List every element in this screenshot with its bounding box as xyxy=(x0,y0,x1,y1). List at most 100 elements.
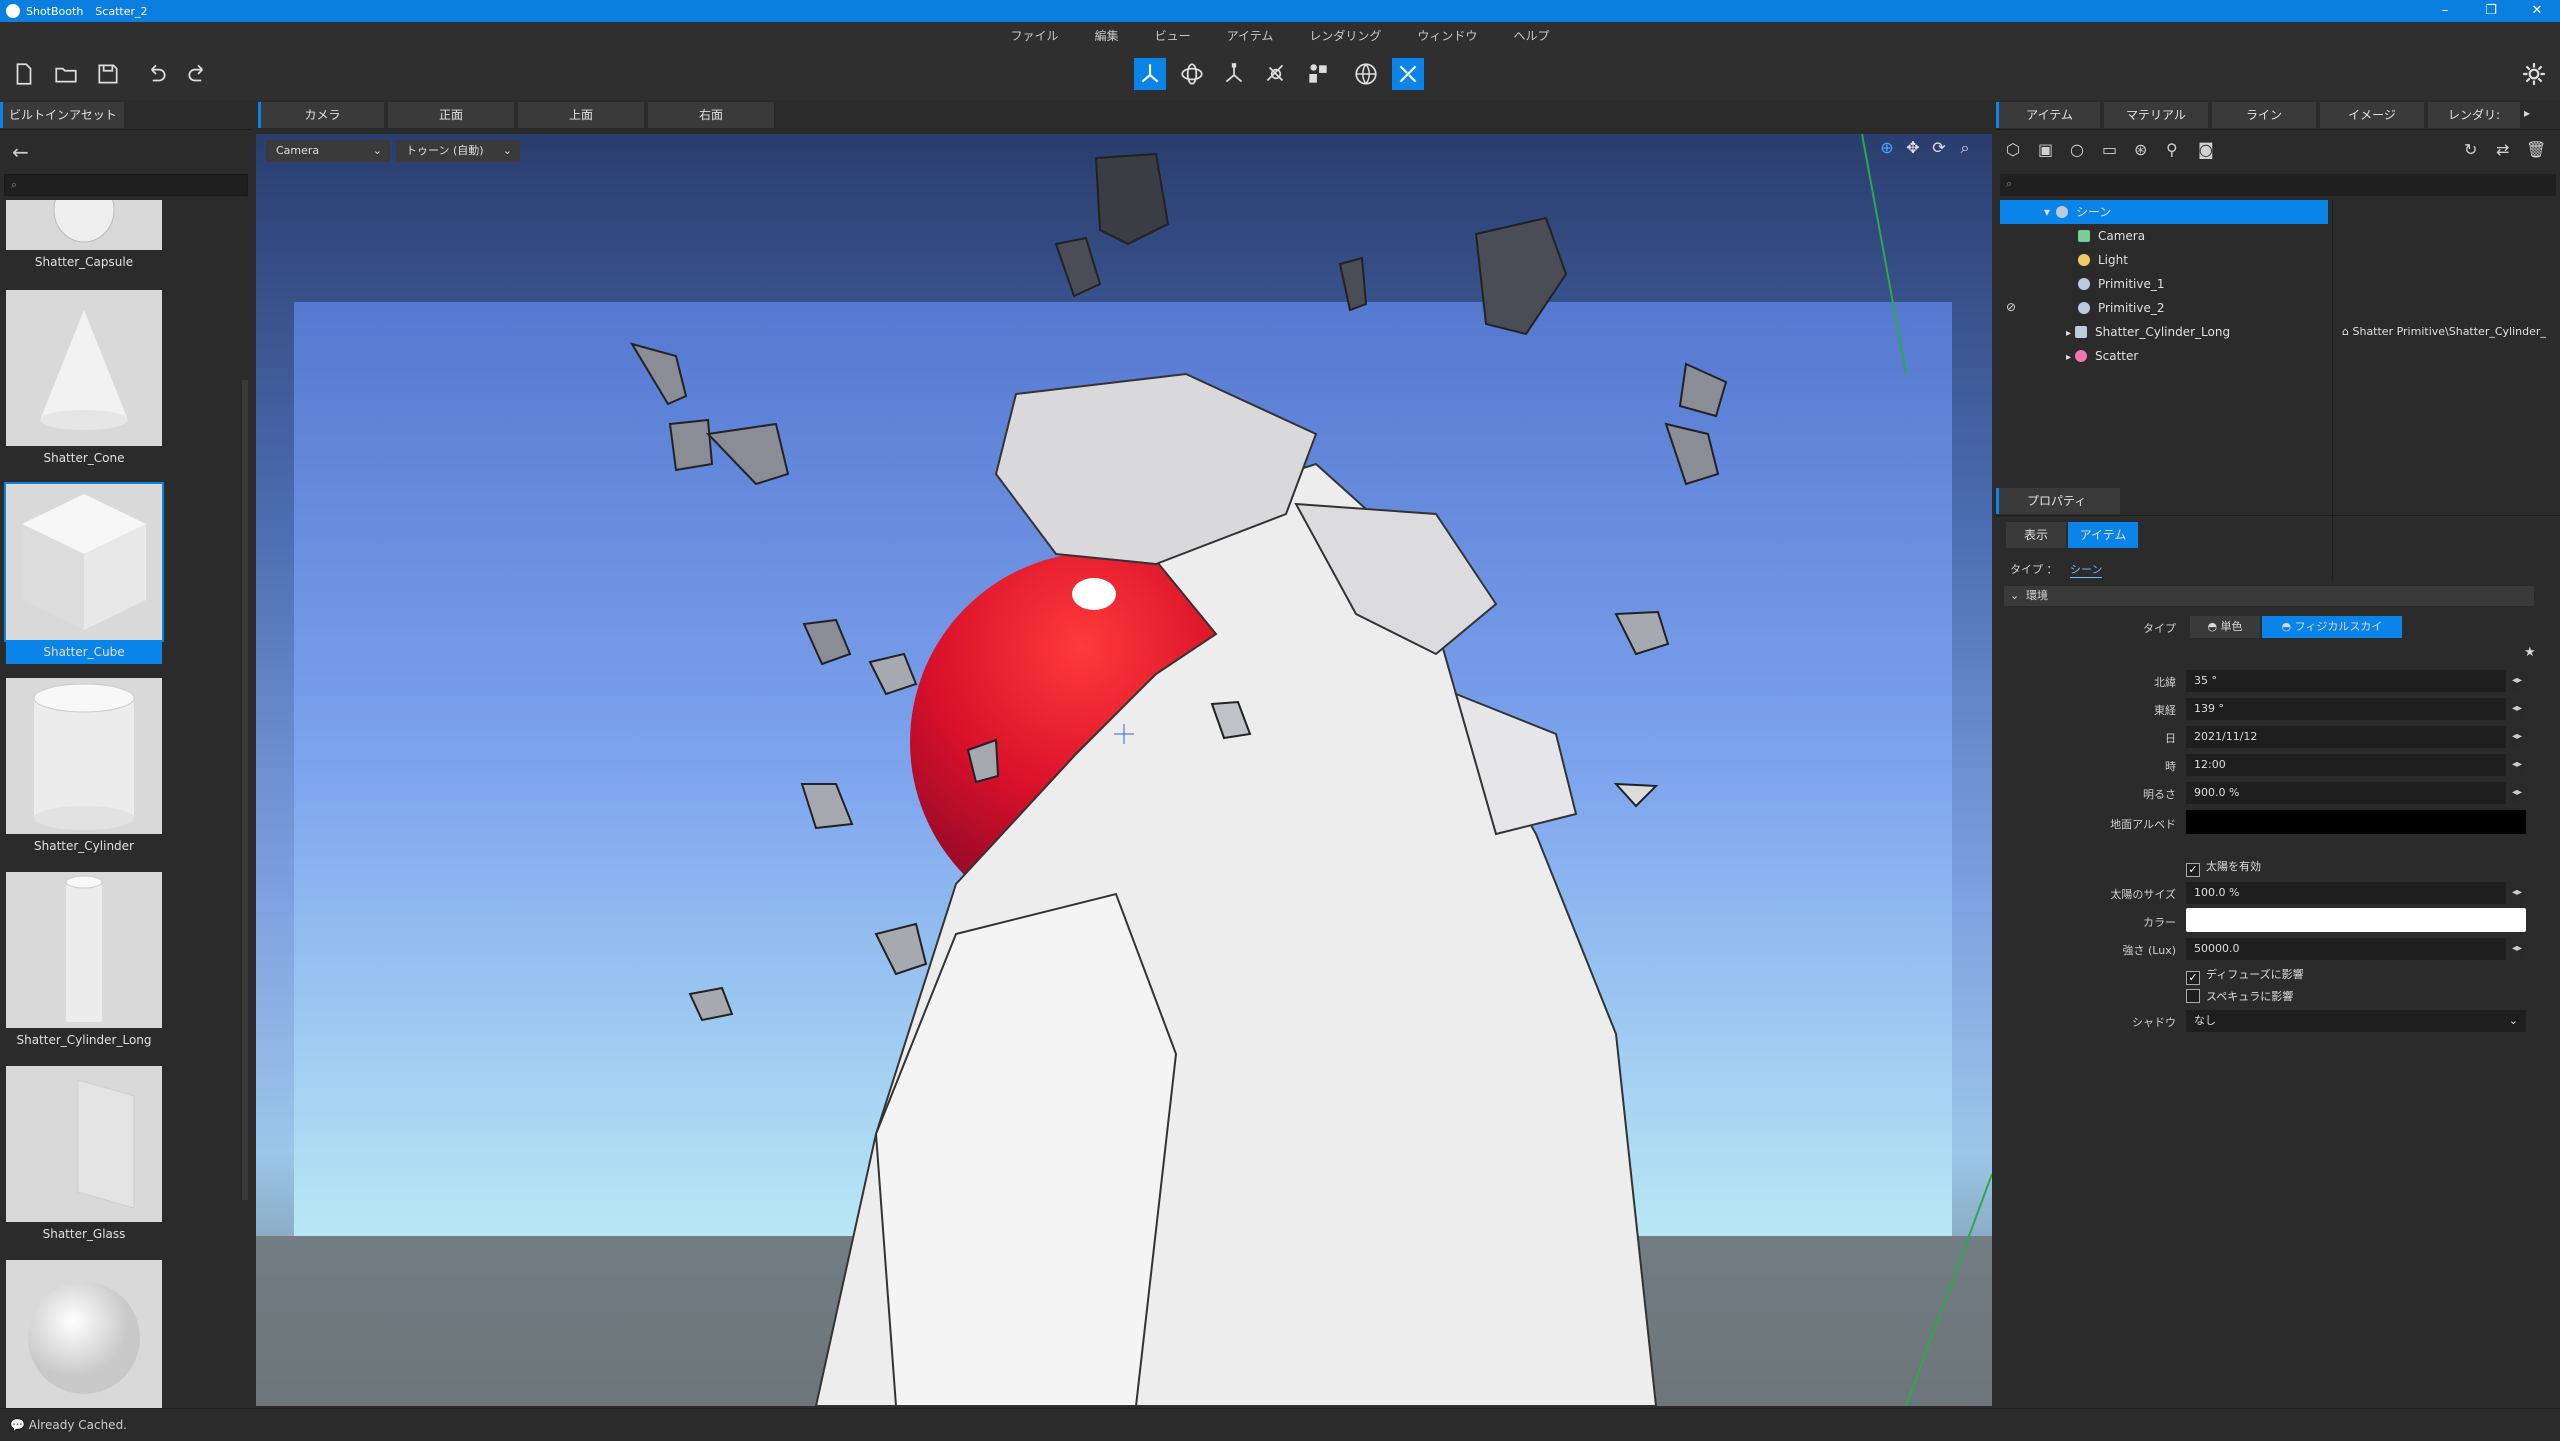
asset-item[interactable]: Shatter_Cylinder_Long xyxy=(6,872,162,1047)
zoom-icon[interactable]: ⌕ xyxy=(1952,138,1978,162)
latitude-input[interactable]: 35 ° xyxy=(2186,670,2506,692)
item-search-input[interactable]: ⌕ xyxy=(2000,174,2556,196)
minimize-icon[interactable]: – xyxy=(2422,0,2468,22)
intensity-input[interactable]: 50000.0 xyxy=(2186,938,2506,960)
longitude-spinner[interactable]: ◂▸ xyxy=(2508,698,2526,720)
delete-icon[interactable]: 🗑 xyxy=(2526,140,2546,159)
shadow-select[interactable]: なし ⌄ xyxy=(2186,1010,2526,1032)
time-input[interactable]: 12:00 xyxy=(2186,754,2506,776)
visibility-hidden-icon[interactable]: ⊘ xyxy=(2006,300,2016,314)
longitude-label: 東経 xyxy=(2154,704,2176,717)
open-folder-icon[interactable] xyxy=(50,58,82,90)
asset-item[interactable]: Shatter_Cylinder xyxy=(6,678,162,853)
settings-gear-icon[interactable] xyxy=(2518,58,2550,90)
tab-display[interactable]: 表示 xyxy=(2006,522,2066,548)
undo-icon[interactable] xyxy=(140,58,172,90)
replace-icon[interactable]: ⇄ xyxy=(2496,140,2509,159)
affect-diffuse-checkbox[interactable]: ✓ ディフューズに影響 xyxy=(2186,966,2304,985)
menu-window[interactable]: ウィンドウ xyxy=(1417,27,1477,44)
tree-item-light[interactable]: Light xyxy=(2078,248,2128,272)
tab-material[interactable]: マテリアル xyxy=(2104,102,2208,128)
tab-item[interactable]: アイテム xyxy=(1996,102,2100,128)
global-space-icon[interactable] xyxy=(1350,58,1382,90)
tab-properties[interactable]: プロパティ xyxy=(1996,488,2120,514)
asset-scrollbar[interactable] xyxy=(242,380,248,1200)
add-light-icon[interactable]: ⚲ xyxy=(2166,140,2178,159)
snap-tool-icon[interactable] xyxy=(1392,58,1424,90)
rotate-tool-icon[interactable] xyxy=(1176,58,1208,90)
add-image-icon[interactable]: ▣ xyxy=(2038,140,2053,159)
section-environment[interactable]: ⌄ 環境 xyxy=(2004,586,2534,606)
refresh-icon[interactable]: ↻ xyxy=(2464,140,2477,159)
asset-item[interactable] xyxy=(6,1260,162,1416)
menu-item[interactable]: アイテム xyxy=(1227,27,1274,44)
tab-right[interactable]: 右面 xyxy=(648,102,774,128)
longitude-input[interactable]: 139 ° xyxy=(2186,698,2506,720)
asset-item[interactable]: Shatter_Capsule xyxy=(6,200,162,269)
tab-scroll-right-icon[interactable]: ▸ xyxy=(2524,106,2530,120)
date-input[interactable]: 2021/11/12 xyxy=(2186,726,2506,748)
sun-color-swatch[interactable] xyxy=(2186,908,2526,932)
env-type-solid[interactable]: ◓ 単色 xyxy=(2190,616,2260,638)
add-cube-icon[interactable]: ⬡ xyxy=(2006,140,2020,159)
focus-target-icon[interactable]: ⊕ xyxy=(1874,138,1900,162)
tree-item-scene[interactable]: ▾ シーン xyxy=(2044,200,2111,224)
brightness-spinner[interactable]: ◂▸ xyxy=(2508,782,2526,804)
add-camera-icon[interactable]: ◙ xyxy=(2198,140,2214,159)
tab-top[interactable]: 上面 xyxy=(518,102,644,128)
date-spinner[interactable]: ◂▸ xyxy=(2508,726,2526,748)
sun-size-input[interactable]: 100.0 % xyxy=(2186,882,2506,904)
tab-item-props[interactable]: アイテム xyxy=(2068,522,2138,548)
save-icon[interactable] xyxy=(92,58,124,90)
menu-render[interactable]: レンダリング xyxy=(1309,27,1381,44)
back-arrow-icon[interactable]: ← xyxy=(12,140,29,164)
move-tool-icon[interactable] xyxy=(1134,58,1166,90)
sun-enable-checkbox[interactable]: ✓ 太陽を有効 xyxy=(2186,858,2261,877)
orbit-icon[interactable]: ⟳ xyxy=(1926,138,1952,162)
sun-size-spinner[interactable]: ◂▸ xyxy=(2508,882,2526,904)
menu-help[interactable]: ヘルプ xyxy=(1513,27,1549,44)
affect-specular-checkbox[interactable]: スペキュラに影響 xyxy=(2186,988,2293,1004)
add-scatter-icon[interactable]: ⊛ xyxy=(2134,140,2147,159)
brightness-input[interactable]: 900.0 % xyxy=(2186,782,2506,804)
3d-viewport[interactable]: Camera ⌄ トゥーン (自動) ⌄ ⊕ ✥ ⟳ ⌕ xyxy=(256,134,1992,1406)
latitude-spinner[interactable]: ◂▸ xyxy=(2508,670,2526,692)
close-icon[interactable]: ✕ xyxy=(2514,0,2560,22)
add-folder-icon[interactable]: ▭ xyxy=(2102,140,2117,159)
add-sphere-icon[interactable]: ○ xyxy=(2070,140,2084,159)
toolbar xyxy=(0,48,2560,100)
mesh-icon xyxy=(2075,326,2088,338)
menu-view[interactable]: ビュー xyxy=(1155,27,1191,44)
tab-builtin-assets[interactable]: ビルトインアセット xyxy=(0,102,124,128)
maximize-icon[interactable]: ❐ xyxy=(2468,0,2514,22)
pan-icon[interactable]: ✥ xyxy=(1900,138,1926,162)
tree-item-camera[interactable]: Camera xyxy=(2078,224,2145,248)
shading-dropdown[interactable]: トゥーン (自動) ⌄ xyxy=(396,140,520,162)
asset-item[interactable]: Shatter_Cone xyxy=(6,290,162,465)
camera-dropdown[interactable]: Camera ⌄ xyxy=(266,140,390,162)
time-spinner[interactable]: ◂▸ xyxy=(2508,754,2526,776)
tab-image[interactable]: イメージ xyxy=(2320,102,2424,128)
camera-orbit-icon[interactable] xyxy=(1260,58,1292,90)
tab-camera[interactable]: カメラ xyxy=(258,102,384,128)
tab-rendering[interactable]: レンダリ: xyxy=(2428,102,2520,128)
tree-item-primitive-2[interactable]: Primitive_2 xyxy=(2078,296,2164,320)
tree-item-shatter-cylinder-long[interactable]: ▸ Shatter_Cylinder_Long xyxy=(2066,320,2230,344)
align-tool-icon[interactable] xyxy=(1302,58,1334,90)
env-type-physical-sky[interactable]: ◓ フィジカルスカイ xyxy=(2262,616,2402,638)
asset-item-selected[interactable]: Shatter_Cube xyxy=(4,482,164,664)
tab-line[interactable]: ライン xyxy=(2212,102,2316,128)
menu-edit[interactable]: 編集 xyxy=(1095,27,1119,44)
new-file-icon[interactable] xyxy=(8,58,40,90)
intensity-spinner[interactable]: ◂▸ xyxy=(2508,938,2526,960)
scale-tool-icon[interactable] xyxy=(1218,58,1250,90)
tab-front[interactable]: 正面 xyxy=(388,102,514,128)
tree-item-primitive-1[interactable]: Primitive_1 xyxy=(2078,272,2164,296)
star-icon[interactable]: ★ xyxy=(2524,645,2536,660)
tree-item-scatter[interactable]: ▸ Scatter xyxy=(2066,344,2138,368)
menu-file[interactable]: ファイル xyxy=(1011,27,1059,44)
asset-search-input[interactable]: ⌕ xyxy=(4,174,248,196)
asset-item[interactable]: Shatter_Glass xyxy=(6,1066,162,1241)
ground-albedo-color[interactable] xyxy=(2186,810,2526,834)
redo-icon[interactable] xyxy=(182,58,214,90)
